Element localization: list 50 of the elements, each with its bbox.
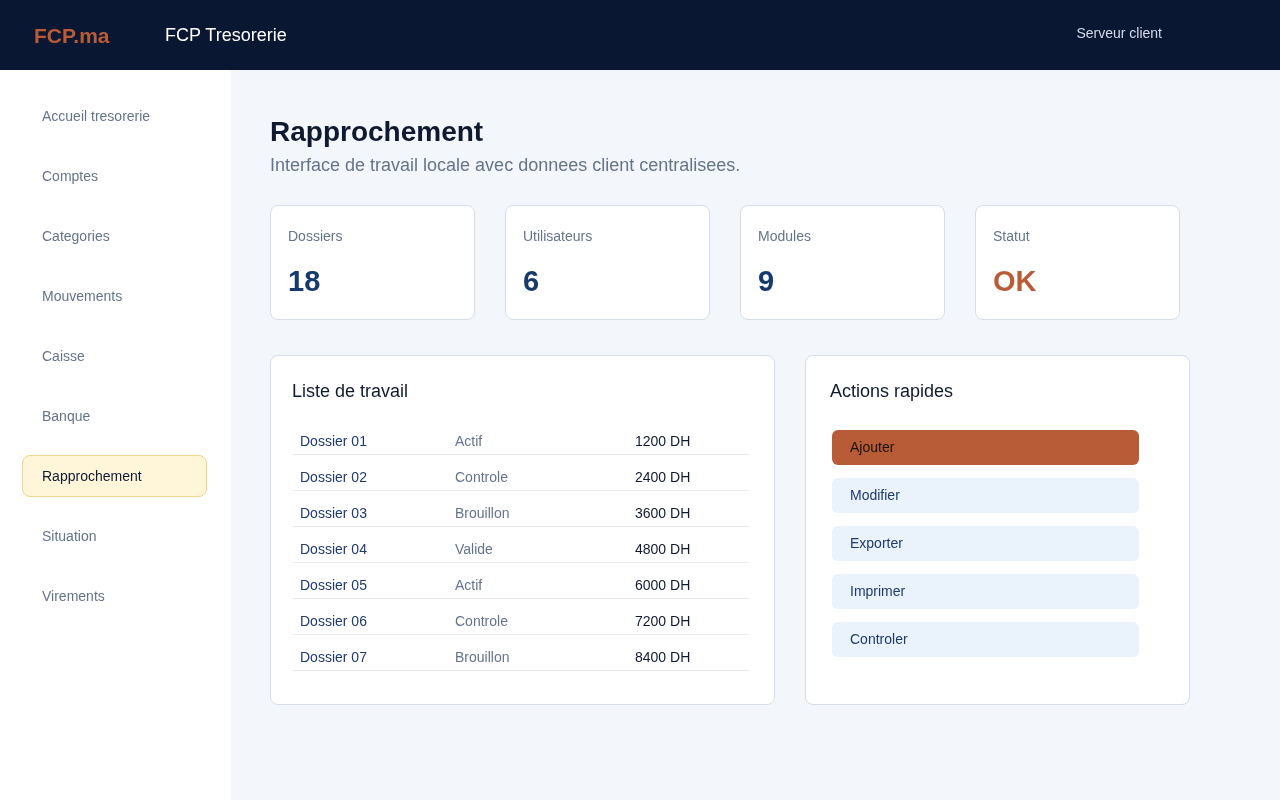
amount-cell: 2400 DH [635,469,691,485]
dossier-cell: Dossier 04 [300,541,367,557]
amount-cell: 4800 DH [635,541,691,557]
dossier-cell: Dossier 03 [300,505,367,521]
stat-value: 18 [288,264,322,298]
amount-cell: 1200 DH [635,433,691,449]
card-title: Liste de travail [292,380,410,403]
stat-label: Utilisateurs [523,227,594,245]
sidebar-item[interactable]: Virements [22,575,207,617]
amount-cell: 6000 DH [635,577,691,593]
stat-label: Dossiers [288,227,344,245]
action-button[interactable]: Imprimer [832,574,1139,609]
dossier-cell: Dossier 02 [300,469,367,485]
status-cell: Valide [455,541,493,557]
page-subtitle: Interface de travail locale avec donnees client centralisees. [270,154,742,177]
status-cell: Brouillon [455,505,510,521]
app-title: FCP Tresorerie [165,24,287,47]
page-title: Rapprochement [270,115,485,149]
amount-cell: 3600 DH [635,505,691,521]
sidebar-item[interactable]: Rapprochement [22,455,207,497]
dossier-cell: Dossier 07 [300,649,367,665]
stat-label: Modules [758,227,812,245]
status-cell: Controle [455,469,508,485]
sidebar-item[interactable]: Accueil tresorerie [22,95,207,137]
sidebar-item[interactable]: Situation [22,515,207,557]
action-button[interactable]: Exporter [832,526,1139,561]
sidebar-item[interactable]: Banque [22,395,207,437]
stat-value: OK [993,264,1038,298]
amount-cell: 8400 DH [635,649,691,665]
dossier-cell: Dossier 06 [300,613,367,629]
status-cell: Brouillon [455,649,510,665]
brand-logo: FCP.ma [34,23,111,49]
sidebar-item[interactable]: Caisse [22,335,207,377]
card-title: Actions rapides [830,380,955,403]
server-label: Serveur client [1076,24,1162,42]
status-cell: Controle [455,613,508,629]
action-button[interactable]: Modifier [832,478,1139,513]
sidebar-item[interactable]: Comptes [22,155,207,197]
sidebar-item[interactable]: Mouvements [22,275,207,317]
action-button[interactable]: Ajouter [832,430,1139,465]
action-button[interactable]: Controler [832,622,1139,657]
stat-value: 9 [758,264,776,298]
dossier-cell: Dossier 01 [300,433,367,449]
status-cell: Actif [455,577,483,593]
amount-cell: 7200 DH [635,613,691,629]
sidebar-item[interactable]: Categories [22,215,207,257]
dossier-cell: Dossier 05 [300,577,367,593]
stat-value: 6 [523,264,541,298]
stat-label: Statut [993,227,1031,245]
status-cell: Actif [455,433,483,449]
